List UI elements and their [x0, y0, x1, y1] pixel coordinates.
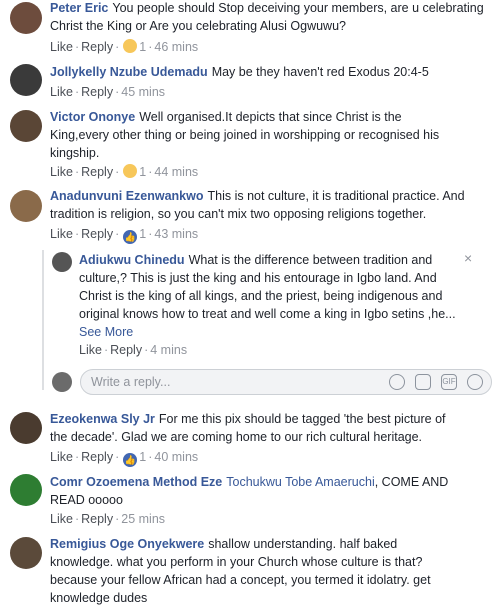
reply-button[interactable]: Reply [81, 165, 113, 179]
reply-placeholder: Write a reply... [91, 375, 171, 389]
reaction-count[interactable]: 1 [139, 227, 146, 241]
avatar[interactable] [52, 252, 72, 272]
comment-actions: Like · Reply · 4 mins [79, 343, 188, 357]
timestamp[interactable]: 4 mins [150, 343, 187, 357]
comment-actions: Like · Reply · 👍 1 · 40 mins [50, 450, 199, 467]
sticker-icon[interactable] [467, 374, 483, 390]
commenter-name[interactable]: Remigius Oge Onyekwere [50, 537, 204, 551]
current-user-avatar [52, 372, 72, 392]
close-icon[interactable]: × [464, 250, 472, 266]
comment-actions: Like · Reply · 1 · 44 mins [50, 164, 199, 179]
reply-button[interactable]: Reply [81, 227, 113, 241]
timestamp[interactable]: 25 mins [121, 512, 165, 526]
like-button[interactable]: Like [79, 343, 102, 357]
avatar[interactable] [10, 64, 42, 96]
reaction-count[interactable]: 1 [139, 40, 146, 54]
see-more-link[interactable]: See More [79, 325, 133, 339]
commenter-name[interactable]: Peter Eric [50, 1, 108, 15]
sad-emoji-icon[interactable] [123, 39, 138, 53]
thumbs-up-icon[interactable]: 👍 [123, 230, 138, 244]
comment-actions: Like · Reply · 1 · 46 mins [50, 39, 199, 54]
timestamp[interactable]: 45 mins [121, 85, 165, 99]
reply-button[interactable]: Reply [81, 512, 113, 526]
like-button[interactable]: Like [50, 40, 73, 54]
reaction-count[interactable]: 1 [139, 450, 146, 464]
like-button[interactable]: Like [50, 227, 73, 241]
reaction-count[interactable]: 1 [139, 165, 146, 179]
reply-button[interactable]: Reply [81, 450, 113, 464]
commenter-name[interactable]: Victor Ononye [50, 110, 135, 124]
commenter-name[interactable]: Jollykelly Nzube Udemadu [50, 65, 208, 79]
timestamp[interactable]: 46 mins [154, 40, 198, 54]
like-button[interactable]: Like [50, 512, 73, 526]
comment-text: May be they haven't red Exodus 20:4-5 [211, 65, 429, 79]
commenter-name[interactable]: Comr Ozoemena Method Eze [50, 475, 222, 489]
avatar[interactable] [10, 537, 42, 569]
like-button[interactable]: Like [50, 165, 73, 179]
commenter-name[interactable]: Adiukwu Chinedu [79, 253, 185, 267]
avatar[interactable] [10, 474, 42, 506]
avatar[interactable] [10, 190, 42, 222]
like-button[interactable]: Like [50, 85, 73, 99]
comment-actions: Like · Reply · 25 mins [50, 512, 166, 526]
timestamp[interactable]: 40 mins [154, 450, 198, 464]
like-button[interactable]: Like [50, 450, 73, 464]
timestamp[interactable]: 44 mins [154, 165, 198, 179]
comment-text: You people should Stop deceiving your me… [50, 1, 484, 33]
avatar[interactable] [10, 412, 42, 444]
reply-thread-line [42, 250, 44, 390]
timestamp[interactable]: 43 mins [154, 227, 198, 241]
wow-emoji-icon[interactable] [123, 164, 138, 178]
reply-button[interactable]: Reply [81, 40, 113, 54]
emoji-icon[interactable] [389, 374, 405, 390]
reply-button[interactable]: Reply [110, 343, 142, 357]
avatar[interactable] [10, 2, 42, 34]
reply-button[interactable]: Reply [81, 85, 113, 99]
comment-actions: Like · Reply · 👍 1 · 43 mins [50, 227, 199, 244]
comment-actions: Like · Reply · 45 mins [50, 85, 166, 99]
commenter-name[interactable]: Anadunvuni Ezenwankwo [50, 189, 204, 203]
commenter-name[interactable]: Ezeokenwa Sly Jr [50, 412, 155, 426]
camera-icon[interactable] [415, 374, 431, 390]
gif-icon[interactable]: GIF [441, 374, 457, 390]
avatar[interactable] [10, 110, 42, 142]
reply-input[interactable]: Write a reply... GIF [80, 369, 492, 395]
tagged-user[interactable]: Tochukwu Tobe Amaeruchi [226, 475, 374, 489]
thumbs-up-icon[interactable]: 👍 [123, 453, 138, 467]
